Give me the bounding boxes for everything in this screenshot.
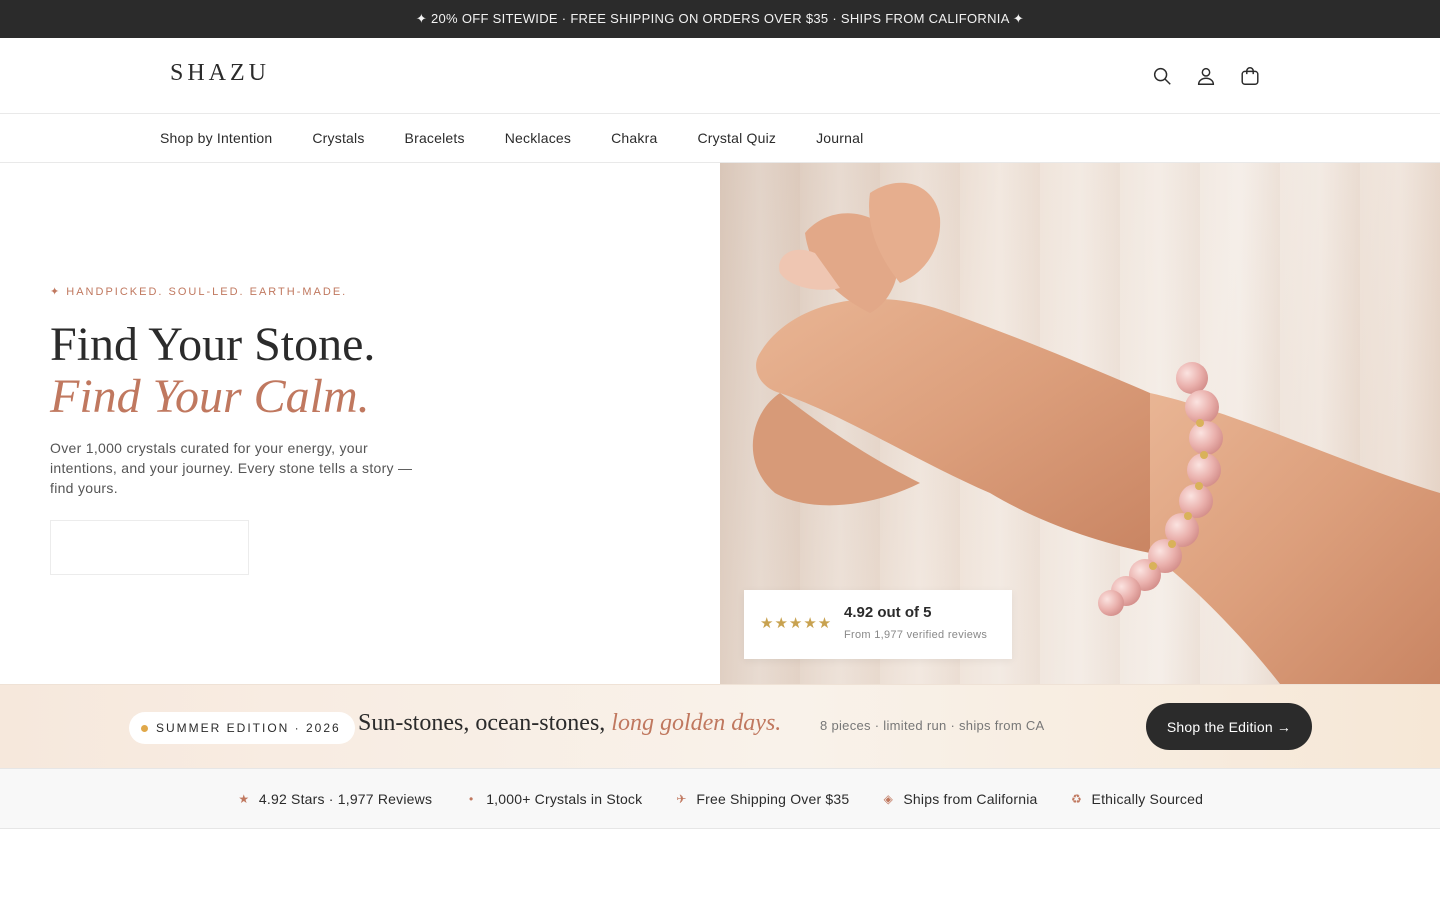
crystal-icon: • xyxy=(468,791,474,806)
hero-section: ✦ HANDPICKED. SOUL-LED. EARTH-MADE. Find… xyxy=(0,163,1440,684)
rating-score: 4.92 out of 5 xyxy=(844,604,932,621)
edition-headline: Sun-stones, ocean-stones, long golden da… xyxy=(358,710,781,737)
hero-cta-button[interactable] xyxy=(50,520,249,575)
trust-label: 1,000+ Crystals in Stock xyxy=(486,790,643,807)
search-icon[interactable] xyxy=(1148,62,1176,90)
trust-item-california: ◈ Ships from California xyxy=(881,790,1038,807)
nav-item-crystals[interactable]: Crystals xyxy=(312,130,364,146)
edition-headline-accent: long golden days. xyxy=(611,710,782,736)
account-icon[interactable] xyxy=(1192,62,1220,90)
logo[interactable]: SHAZU xyxy=(170,60,270,87)
rating-card: ★★★★★ 4.92 out of 5 From 1,977 verified … xyxy=(744,590,1012,659)
edition-pill-label: SUMMER EDITION · 2026 xyxy=(156,721,341,735)
trust-item-stock: • 1,000+ Crystals in Stock xyxy=(464,791,642,807)
site-header: SHAZU xyxy=(0,38,1440,114)
plane-icon: ✈ xyxy=(676,791,687,806)
announcement-text: ✦ 20% OFF SITEWIDE · FREE SHIPPING ON OR… xyxy=(415,11,1025,26)
nav-item-crystal-quiz[interactable]: Crystal Quiz xyxy=(697,130,776,146)
trust-label: Ethically Sourced xyxy=(1091,790,1204,807)
hero-headline-accent: Find Your Calm. xyxy=(50,370,370,423)
trust-label: Ships from California xyxy=(903,790,1038,807)
trust-item-ethical: ♻ Ethically Sourced xyxy=(1070,791,1204,807)
nav-item-chakra[interactable]: Chakra xyxy=(611,130,657,146)
edition-pill: SUMMER EDITION · 2026 xyxy=(129,712,355,744)
nav-item-bracelets[interactable]: Bracelets xyxy=(405,130,465,146)
summer-edition-banner: SUMMER EDITION · 2026 Sun-stones, ocean-… xyxy=(0,684,1440,769)
main-nav: Shop by Intention Crystals Bracelets Nec… xyxy=(0,114,1440,163)
nav-item-necklaces[interactable]: Necklaces xyxy=(505,130,571,146)
hero-description: Over 1,000 crystals curated for your ene… xyxy=(50,440,413,496)
trust-label: 4.92 Stars · 1,977 Reviews xyxy=(258,790,433,807)
hero-eyebrow: ✦ HANDPICKED. SOUL-LED. EARTH-MADE. xyxy=(50,286,348,298)
hero-headline: Find Your Stone. xyxy=(50,318,376,371)
announcement-bar: ✦ 20% OFF SITEWIDE · FREE SHIPPING ON OR… xyxy=(0,0,1440,38)
nav-item-journal[interactable]: Journal xyxy=(816,130,863,146)
trust-bar: ★ 4.92 Stars · 1,977 Reviews • 1,000+ Cr… xyxy=(0,769,1440,829)
edition-headline-main: Sun-stones, ocean-stones, xyxy=(358,710,606,736)
cart-icon[interactable] xyxy=(1236,62,1264,90)
trust-item-shipping: ✈ Free Shipping Over $35 xyxy=(674,791,849,807)
shop-edition-button[interactable]: Shop the Edition → xyxy=(1146,703,1312,750)
header-icons xyxy=(1148,62,1264,90)
diamond-icon: ◈ xyxy=(883,791,894,806)
trust-item-reviews: ★ 4.92 Stars · 1,977 Reviews xyxy=(237,791,432,807)
nav-item-shop-by-intention[interactable]: Shop by Intention xyxy=(160,130,272,146)
edition-meta: 8 pieces · limited run · ships from CA xyxy=(820,718,1045,733)
recycle-icon: ♻ xyxy=(1071,791,1083,806)
rating-subtext: From 1,977 verified reviews xyxy=(844,629,988,641)
hero-copy: ✦ HANDPICKED. SOUL-LED. EARTH-MADE. Find… xyxy=(50,163,690,684)
trust-label: Free Shipping Over $35 xyxy=(696,790,850,807)
pill-dot xyxy=(141,724,148,732)
rating-stars: ★★★★★ xyxy=(760,615,833,632)
star-icon: ★ xyxy=(238,791,250,806)
